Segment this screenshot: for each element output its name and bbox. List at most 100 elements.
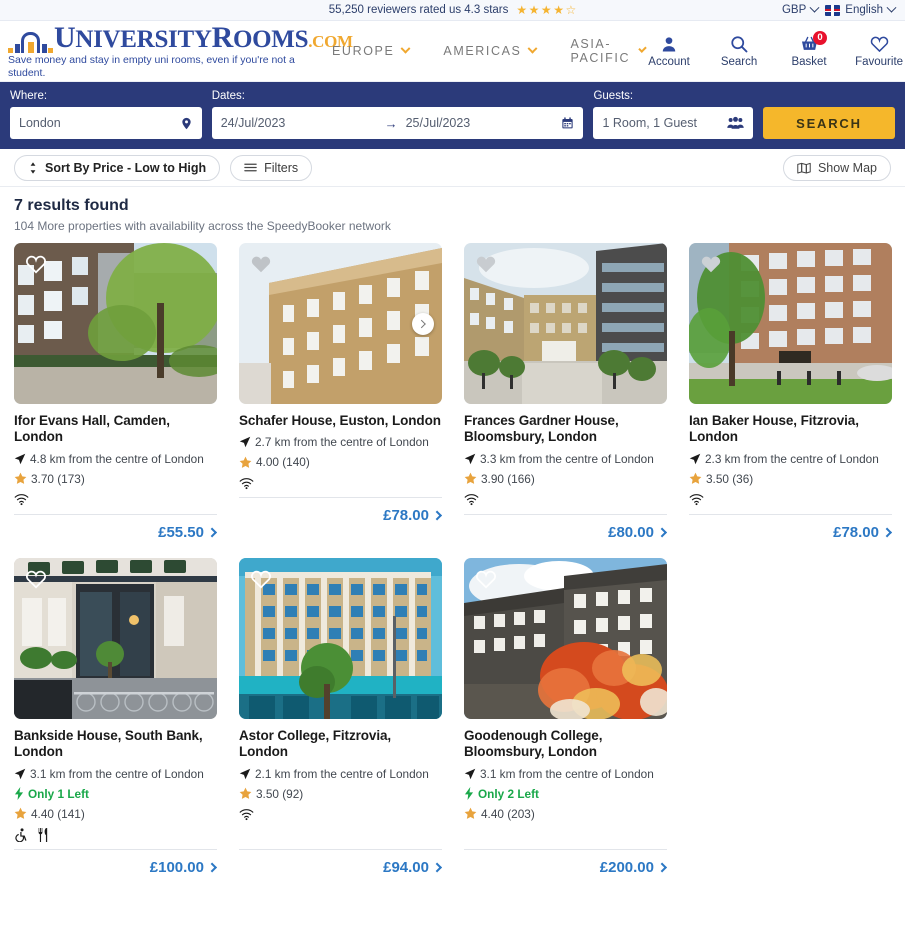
property-image[interactable] [464,243,667,404]
nav-item-americas[interactable]: AMERICAS [443,37,538,65]
navigation-arrow-icon [239,437,251,448]
header-account-button[interactable]: Account [645,34,693,68]
guests-group: Guests: 1 Room, 1 Guest [593,90,753,139]
property-price: £55.50 [158,523,204,541]
property-distance: 3.1 km from the centre of London [14,767,217,781]
star-icon [464,473,477,485]
chevron-right-icon [432,511,443,521]
chevron-right-icon [882,527,893,538]
property-image[interactable] [239,243,442,404]
header-search-button[interactable]: Search [715,34,763,68]
favourite-heart-icon[interactable] [24,253,48,275]
rating-text: 3.50 (36) [706,471,754,486]
guests-input[interactable]: 1 Room, 1 Guest [593,107,753,139]
property-price-row[interactable]: £80.00 [464,515,668,541]
favourite-heart-icon[interactable] [474,568,498,590]
favourite-heart-icon[interactable] [474,253,498,275]
star-half-icon: ☆ [565,3,577,17]
distance-text: 3.3 km from the centre of London [480,451,654,466]
favourite-heart-icon[interactable] [24,568,48,590]
sort-button[interactable]: Sort By Price - Low to High [14,154,221,181]
chevron-right-icon [417,319,426,328]
lightning-bolt-icon [464,787,474,801]
property-card[interactable]: Bankside House, South Bank, London 3.1 k… [14,557,218,884]
property-image[interactable] [14,243,217,404]
property-card[interactable]: Frances Gardner House, Bloomsbury, Londo… [464,243,668,549]
location-pin-icon [182,117,191,129]
header-account-label: Account [648,56,690,68]
property-image[interactable] [464,557,667,719]
search-submit-button[interactable]: SEARCH [762,107,895,139]
results-grid: Ifor Evans Hall, Camden, London 4.8 km f… [0,237,905,884]
filters-button[interactable]: Filters [230,154,313,181]
chevron-down-icon [400,43,411,54]
logo-wordmark: UNIVERSITYROOMS.COM [54,21,353,55]
dates-input[interactable]: 24/Jul/2023 → 25/Jul/2023 [211,107,584,139]
arrow-right-icon: → [384,115,398,131]
rating-text: 4.40 (203) [481,806,535,821]
currency-label: GBP [781,4,807,16]
property-distance: 2.1 km from the centre of London [239,767,442,781]
property-price-row[interactable]: £78.00 [239,498,443,524]
nav-label: AMERICAS [443,44,522,58]
header-favourite-label: Favourite [855,56,904,68]
chevron-down-icon [886,2,897,13]
nav-label: ASIA-PACIFIC [570,37,631,65]
filters-label: Filters [264,160,299,175]
distance-text: 4.8 km from the centre of London [30,451,204,466]
property-price-row[interactable]: £94.00 [239,850,443,876]
property-amenities [464,492,667,508]
property-price-row[interactable]: £200.00 [464,850,668,876]
search-band: Where: London Dates: 24/Jul/2023 → 25/Ju… [0,82,905,149]
star-icon: ★ [528,3,540,17]
sort-icon [30,161,36,174]
chevron-down-icon [528,43,538,54]
wifi-icon [239,809,254,821]
header-basket-button[interactable]: 0 Basket [785,31,833,68]
chevron-right-icon [207,862,218,873]
wifi-icon [689,494,704,506]
property-card[interactable]: Ifor Evans Hall, Camden, London 4.8 km f… [14,243,218,549]
property-amenities [464,827,667,843]
carousel-next-button[interactable] [412,312,434,335]
property-image[interactable] [14,557,217,719]
property-title: Frances Gardner House, Bloomsbury, Londo… [464,413,619,445]
property-price-row[interactable]: £78.00 [689,515,893,541]
property-price-row[interactable]: £100.00 [14,850,218,876]
property-distance: 2.7 km from the centre of London [239,435,442,449]
property-card[interactable]: Goodenough College, Bloomsbury, London 3… [464,557,668,884]
property-card[interactable]: Schafer House, Euston, London 2.7 km fro… [239,243,443,549]
logo-block[interactable]: UNIVERSITYROOMS.COM Save money and stay … [8,23,353,79]
rating-stars: ★ ★ ★ ★ ☆ [516,4,576,16]
sort-label: Sort By Price - Low to High [45,160,207,175]
property-rating: 4.00 (140) [239,455,442,469]
nav-item-europe[interactable]: EUROPE [332,37,411,65]
header-favourite-button[interactable]: Favourite [855,34,903,68]
favourite-heart-icon[interactable] [249,253,273,275]
rating-text: 4.00 (140) [256,455,310,470]
property-image[interactable] [239,557,442,719]
rating-text: 55,250 reviewers rated us 4.3 stars [328,4,509,16]
where-input[interactable]: London [10,107,202,139]
property-price: £100.00 [149,858,204,876]
basket-count-badge: 0 [813,31,828,45]
property-price-row[interactable]: £55.50 [14,515,218,541]
favourite-heart-icon[interactable] [699,253,723,275]
property-title: Goodenough College, Bloomsbury, London [464,727,603,760]
property-price: £200.00 [599,858,654,876]
site-header: UNIVERSITYROOMS.COM Save money and stay … [0,21,905,82]
property-availability: Only 2 Left [464,787,667,801]
star-icon [14,473,27,485]
favourite-heart-icon[interactable] [249,568,273,590]
show-map-button[interactable]: Show Map [782,154,891,181]
property-card[interactable]: Astor College, Fitzrovia, London 2.1 km … [239,557,443,884]
currency-selector[interactable]: GBP [781,2,820,16]
chevron-right-icon [657,862,668,873]
nav-item-asia-pacific[interactable]: ASIA-PACIFIC [570,37,647,65]
property-image[interactable] [689,243,892,404]
language-selector[interactable]: English [825,2,897,16]
navigation-arrow-icon [464,768,476,780]
property-card[interactable]: Ian Baker House, Fitzrovia, London 2.3 k… [689,243,893,549]
property-price: £78.00 [833,523,879,541]
filters-icon [244,163,257,172]
